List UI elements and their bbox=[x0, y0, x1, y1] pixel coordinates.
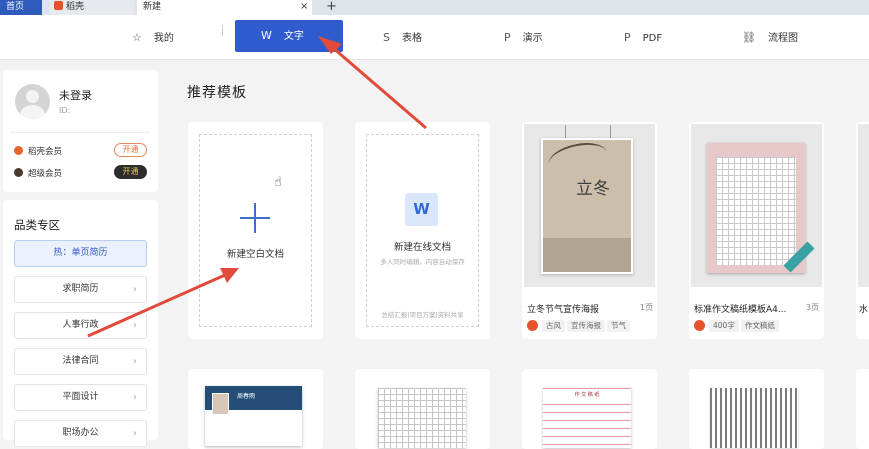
nav-presentation-label: 演示 bbox=[522, 33, 543, 44]
nav-presentation[interactable]: P 演示 bbox=[498, 25, 549, 50]
super-membership: 超级会员 bbox=[14, 167, 62, 179]
nav-flowchart-label: 流程图 bbox=[767, 33, 798, 44]
lidong-poster-image: 立冬 bbox=[541, 138, 633, 274]
template-thumbnail bbox=[858, 124, 869, 287]
tag[interactable]: 400字 bbox=[709, 320, 739, 332]
grid-paper-thumbnail bbox=[378, 388, 466, 448]
nav-pdf-label: PDF bbox=[642, 33, 663, 44]
browser-tab-bar: 首页 稻壳 新建 × + bbox=[0, 0, 869, 15]
poster-string bbox=[610, 125, 611, 139]
template-pages: 1页 bbox=[640, 303, 654, 312]
user-name[interactable]: 未登录 bbox=[59, 87, 92, 103]
daoke-member-icon bbox=[14, 146, 23, 155]
star-icon: ☆ bbox=[132, 31, 142, 44]
writer-icon: W bbox=[261, 29, 272, 42]
category-item-hr[interactable]: 人事行政 › bbox=[14, 312, 147, 339]
daoke-membership: 稻壳会员 bbox=[14, 145, 62, 157]
chevron-right-icon: › bbox=[133, 428, 137, 439]
template-pages: 3页 bbox=[806, 303, 820, 312]
paper-title: 作 文 稿 纸 bbox=[543, 391, 631, 398]
avatar[interactable] bbox=[15, 84, 50, 119]
chevron-right-icon: › bbox=[133, 320, 137, 331]
template-name: 立冬节气宣传海报 bbox=[527, 305, 600, 315]
chevron-right-icon: › bbox=[133, 392, 137, 403]
spreadsheet-icon: S bbox=[383, 31, 390, 44]
user-id: ID: bbox=[59, 106, 71, 115]
category-item-label: 职场办公 bbox=[62, 428, 99, 438]
nav-mine-label: 我的 bbox=[153, 33, 174, 44]
writer-doc-icon: W bbox=[405, 193, 438, 226]
category-item-label: 求职简历 bbox=[62, 284, 99, 294]
category-item-label: 平面设计 bbox=[62, 392, 99, 402]
category-title: 品类专区 bbox=[14, 218, 60, 232]
daoke-tag-icon bbox=[527, 320, 538, 331]
poster-string bbox=[565, 125, 566, 139]
nav-mine[interactable]: ☆ 我的 bbox=[126, 25, 180, 50]
close-tab-icon[interactable]: × bbox=[300, 0, 308, 14]
template-card-partial-bottom[interactable] bbox=[856, 369, 869, 449]
resume-thumbnail: 周春雨 bbox=[205, 386, 302, 446]
category-item-legal[interactable]: 法律合同 › bbox=[14, 348, 147, 375]
pdf-icon: P bbox=[624, 31, 631, 44]
nav-spreadsheet[interactable]: S 表格 bbox=[377, 25, 428, 50]
divider bbox=[10, 132, 150, 133]
super-member-icon bbox=[14, 168, 23, 177]
add-tab-icon[interactable]: + bbox=[326, 0, 337, 14]
super-membership-label: 超级会员 bbox=[28, 169, 63, 179]
tab-new[interactable]: 新建 bbox=[137, 0, 312, 15]
category-item-office[interactable]: 职场办公 › bbox=[14, 420, 147, 447]
super-open-button[interactable]: 开通 bbox=[114, 165, 147, 179]
nav-spreadsheet-label: 表格 bbox=[401, 33, 422, 44]
tag[interactable]: 宣传海报 bbox=[567, 320, 605, 332]
worksheet-thumbnail bbox=[710, 388, 798, 448]
chevron-right-icon: › bbox=[133, 356, 137, 367]
category-hot[interactable]: 热：单页简历 bbox=[14, 240, 147, 267]
category-item-design[interactable]: 平面设计 › bbox=[14, 384, 147, 411]
flowchart-icon: ⛓ bbox=[742, 31, 756, 44]
nav-divider bbox=[222, 25, 223, 36]
nav-flowchart[interactable]: ⛓ 流程图 bbox=[736, 25, 804, 50]
lined-paper-thumbnail: 作 文 稿 纸 bbox=[543, 388, 631, 448]
plus-icon bbox=[240, 203, 270, 233]
daoke-open-button[interactable]: 开通 bbox=[114, 143, 147, 157]
nav-writer-label: 文字 bbox=[283, 31, 304, 42]
tab-daoke[interactable]: 稻壳 bbox=[50, 0, 134, 15]
tag[interactable]: 古风 bbox=[542, 320, 565, 332]
template-name: 标准作文稿纸模板A4... bbox=[694, 305, 787, 315]
template-tags: 400字 作文稿纸 bbox=[694, 320, 781, 332]
nav-pdf[interactable]: P PDF bbox=[618, 25, 668, 50]
daoke-tag-icon bbox=[694, 320, 705, 331]
online-doc-subtitle: 多人同时编辑，内容自动保存 bbox=[380, 258, 465, 266]
chevron-right-icon: › bbox=[133, 284, 137, 295]
tag[interactable]: 作文稿纸 bbox=[740, 320, 779, 332]
template-name: 水 bbox=[859, 305, 869, 315]
online-doc-footer: 总结汇报|项目方案|资料共享 bbox=[381, 311, 464, 319]
tab-daoke-label: 稻壳 bbox=[66, 2, 85, 12]
daoke-logo-icon bbox=[54, 1, 63, 10]
online-doc-dashed-area bbox=[366, 134, 479, 327]
category-item-label: 人事行政 bbox=[62, 320, 99, 330]
top-navigation: ☆ 我的 W 文字 S 表格 P 演示 P PDF ⛓ 流程图 bbox=[0, 15, 869, 60]
tag[interactable]: 节气 bbox=[607, 320, 630, 332]
tab-home[interactable]: 首页 bbox=[0, 0, 42, 15]
resume-name: 周春雨 bbox=[237, 393, 256, 400]
hand-cursor-icon: ☝ bbox=[274, 175, 282, 190]
category-item-label: 法律合同 bbox=[62, 356, 99, 366]
poster-title: 立冬 bbox=[576, 179, 610, 199]
presentation-icon: P bbox=[504, 31, 511, 44]
section-title: 推荐模板 bbox=[187, 85, 247, 101]
tab-new-label: 新建 bbox=[143, 2, 162, 12]
category-item-resume[interactable]: 求职简历 › bbox=[14, 276, 147, 303]
nav-writer[interactable]: W 文字 bbox=[235, 20, 343, 52]
new-blank-document-label: 新建空白文档 bbox=[226, 249, 284, 260]
new-online-document-label: 新建在线文档 bbox=[393, 242, 451, 253]
template-tags: 古风 宣传海报 节气 bbox=[527, 320, 632, 332]
daoke-membership-label: 稻壳会员 bbox=[28, 147, 63, 157]
composition-paper-image bbox=[707, 143, 805, 273]
